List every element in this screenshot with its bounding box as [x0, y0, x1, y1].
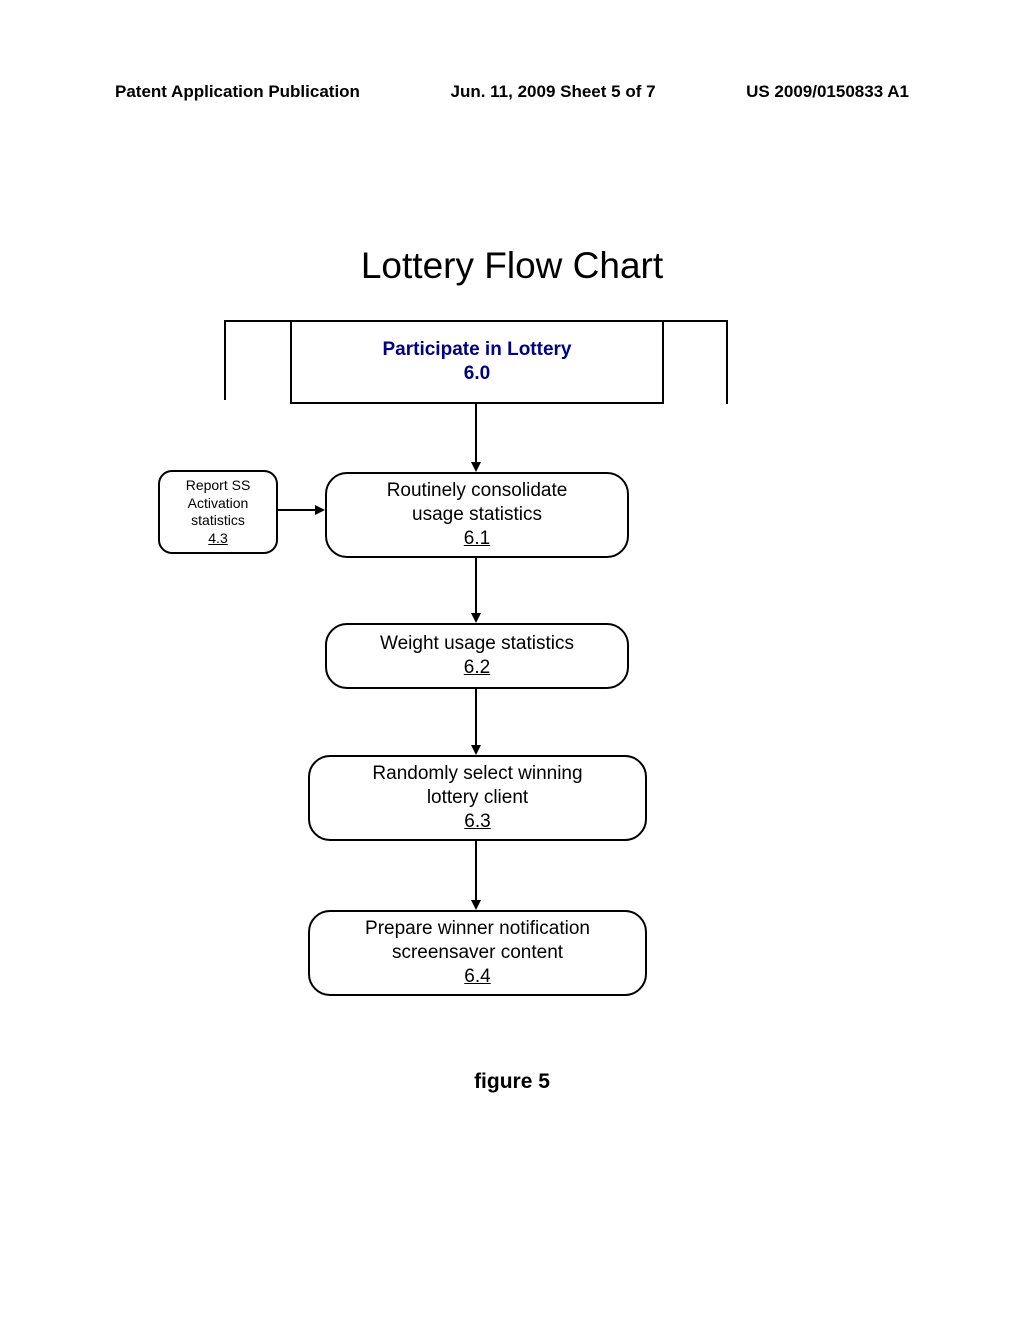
prepare-num: 6.4 [464, 965, 490, 989]
weight-line1: Weight usage statistics [380, 632, 574, 656]
arrow-weight-to-select [471, 687, 481, 755]
header-left: Patent Application Publication [115, 82, 360, 102]
arrow-participate-to-consolidate [471, 402, 481, 472]
box-report: Report SS Activation statistics 4.3 [158, 470, 278, 554]
consolidate-num: 6.1 [464, 527, 490, 551]
select-line2: lottery client [427, 786, 528, 810]
consolidate-line1: Routinely consolidate [387, 479, 568, 503]
report-line2: Activation [188, 495, 249, 513]
box-select: Randomly select winning lottery client 6… [308, 755, 647, 841]
prepare-line2: screensaver content [392, 941, 563, 965]
participate-text: Participate in Lottery [383, 338, 572, 362]
select-line1: Randomly select winning [372, 762, 582, 786]
page-header: Patent Application Publication Jun. 11, … [115, 82, 909, 102]
box-weight: Weight usage statistics 6.2 [325, 623, 629, 689]
participate-num: 6.0 [464, 362, 490, 386]
box-consolidate: Routinely consolidate usage statistics 6… [325, 472, 629, 558]
report-line3: statistics [191, 512, 245, 530]
select-num: 6.3 [464, 810, 490, 834]
report-num: 4.3 [208, 530, 227, 548]
consolidate-line2: usage statistics [412, 503, 542, 527]
header-right: US 2009/0150833 A1 [746, 82, 909, 102]
report-line1: Report SS [186, 477, 251, 495]
arrow-select-to-prepare [471, 839, 481, 910]
weight-num: 6.2 [464, 656, 490, 680]
box-participate: Participate in Lottery 6.0 [290, 320, 664, 404]
box-prepare: Prepare winner notification screensaver … [308, 910, 647, 996]
arrow-consolidate-to-weight [471, 556, 481, 623]
prepare-line1: Prepare winner notification [365, 917, 590, 941]
arrow-report-to-consolidate [276, 505, 325, 515]
header-outline-left [224, 322, 226, 400]
header-center: Jun. 11, 2009 Sheet 5 of 7 [451, 82, 656, 102]
diagram-title: Lottery Flow Chart [0, 245, 1024, 287]
figure-label: figure 5 [0, 1070, 1024, 1094]
